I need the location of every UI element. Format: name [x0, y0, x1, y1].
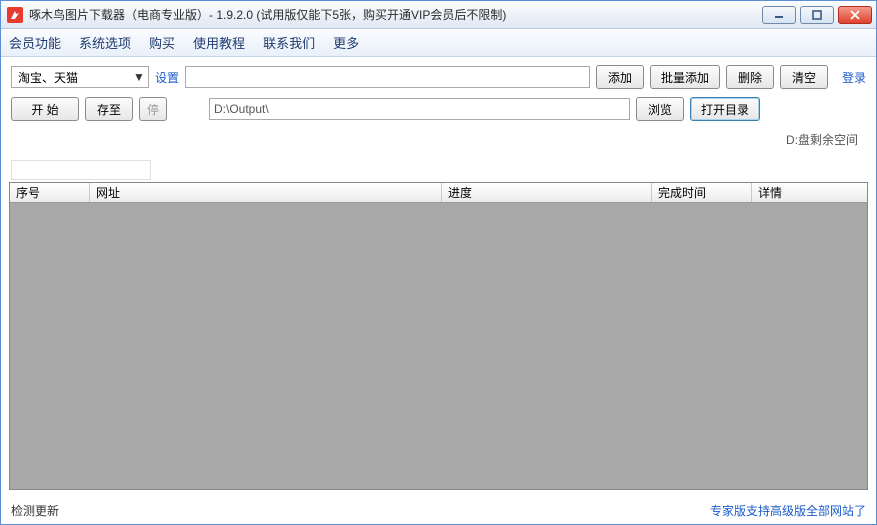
browse-button[interactable]: 浏览 [636, 97, 684, 121]
add-button[interactable]: 添加 [596, 65, 644, 89]
row-output: 开 始 存至 停 浏览 打开目录 [11, 97, 866, 121]
platform-select[interactable]: 淘宝、天猫 ▼ [11, 66, 149, 88]
url-input[interactable] [185, 66, 590, 88]
chevron-down-icon: ▼ [130, 67, 148, 87]
menu-more[interactable]: 更多 [333, 33, 359, 52]
window-title: 啄木鸟图片下载器（电商专业版）- 1.9.2.0 (试用版仅能下5张，购买开通V… [29, 6, 762, 23]
task-table: 序号 网址 进度 完成时间 详情 [9, 182, 868, 490]
clear-button[interactable]: 清空 [780, 65, 828, 89]
row-url: 淘宝、天猫 ▼ 设置 添加 批量添加 删除 清空 登录 [11, 65, 866, 89]
pro-notice-link[interactable]: 专家版支持高级版全部网站了 [710, 502, 866, 519]
menu-contact[interactable]: 联系我们 [263, 33, 315, 52]
menu-tutorial[interactable]: 使用教程 [193, 33, 245, 52]
col-done-time[interactable]: 完成时间 [652, 183, 752, 202]
output-path-input[interactable] [209, 98, 630, 120]
menu-member[interactable]: 会员功能 [9, 33, 61, 52]
open-dir-button[interactable]: 打开目录 [690, 97, 760, 121]
app-window: 啄木鸟图片下载器（电商专业版）- 1.9.2.0 (试用版仅能下5张，购买开通V… [1, 1, 876, 524]
statusbar: 检测更新 专家版支持高级版全部网站了 [1, 496, 876, 524]
disk-info: D:盘剩余空间 [11, 129, 866, 152]
toolbar: 淘宝、天猫 ▼ 设置 添加 批量添加 删除 清空 登录 开 始 存至 停 浏览 … [1, 57, 876, 156]
stop-button[interactable]: 停 [139, 97, 167, 121]
batch-add-button[interactable]: 批量添加 [650, 65, 720, 89]
platform-selected-label: 淘宝、天猫 [18, 69, 78, 86]
start-button[interactable]: 开 始 [11, 97, 79, 121]
close-button[interactable] [838, 6, 872, 24]
menu-buy[interactable]: 购买 [149, 33, 175, 52]
col-detail[interactable]: 详情 [752, 183, 867, 202]
col-progress[interactable]: 进度 [442, 183, 652, 202]
menu-options[interactable]: 系统选项 [79, 33, 131, 52]
window-controls [762, 6, 872, 24]
settings-link[interactable]: 设置 [155, 69, 179, 86]
menubar: 会员功能 系统选项 购买 使用教程 联系我们 更多 [1, 29, 876, 57]
check-update-link[interactable]: 检测更新 [11, 502, 59, 519]
col-seq[interactable]: 序号 [10, 183, 90, 202]
table-header: 序号 网址 进度 完成时间 详情 [10, 183, 867, 203]
save-to-button[interactable]: 存至 [85, 97, 133, 121]
minimize-button[interactable] [762, 6, 796, 24]
delete-button[interactable]: 删除 [726, 65, 774, 89]
login-link[interactable]: 登录 [842, 69, 866, 86]
titlebar: 啄木鸟图片下载器（电商专业版）- 1.9.2.0 (试用版仅能下5张，购买开通V… [1, 1, 876, 29]
col-url[interactable]: 网址 [90, 183, 442, 202]
app-icon [7, 7, 23, 23]
maximize-button[interactable] [800, 6, 834, 24]
status-box [11, 160, 151, 180]
table-body [10, 203, 867, 489]
